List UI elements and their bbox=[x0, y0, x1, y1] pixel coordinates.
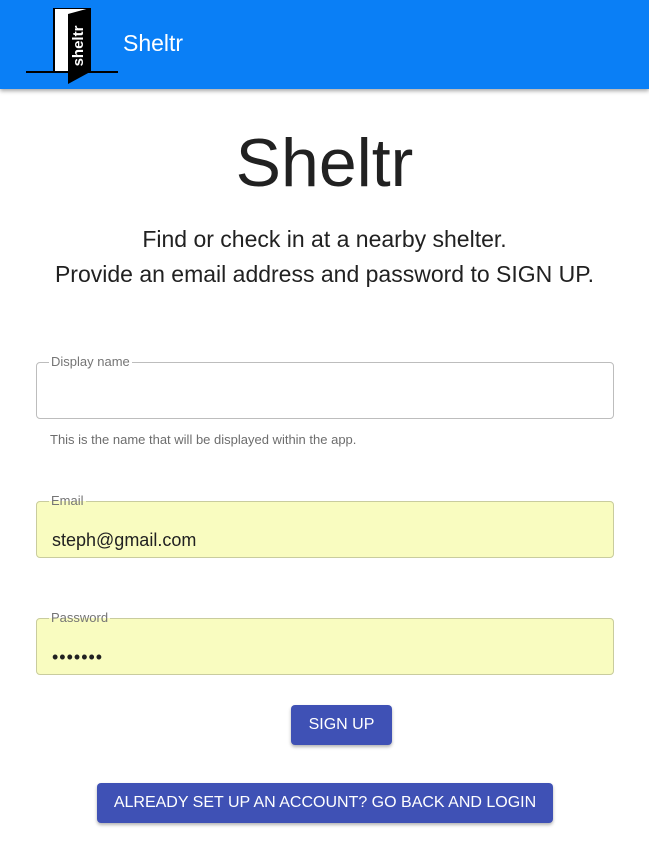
password-field: Password bbox=[36, 611, 614, 675]
app-title: Sheltr bbox=[123, 30, 184, 56]
email-label: Email bbox=[51, 493, 84, 508]
email-input[interactable] bbox=[52, 528, 592, 552]
password-input[interactable] bbox=[52, 645, 592, 669]
password-label: Password bbox=[51, 610, 109, 625]
sign-up-button[interactable]: SIGN UP bbox=[291, 705, 392, 745]
display-name-field: Display name bbox=[36, 355, 614, 419]
subtitle-line-2: Provide an email address and password to… bbox=[54, 261, 595, 287]
email-field: Email bbox=[36, 494, 614, 558]
display-name-input[interactable] bbox=[52, 389, 592, 413]
page-title: Sheltr bbox=[235, 125, 414, 201]
logo-text: sheltr bbox=[70, 25, 87, 66]
display-name-helper-text: This is the name that will be displayed … bbox=[50, 432, 357, 447]
app-bar: sheltr Sheltr bbox=[0, 0, 649, 89]
sheltr-logo-icon[interactable]: sheltr bbox=[26, 8, 118, 86]
display-name-label: Display name bbox=[51, 354, 130, 369]
go-back-login-button[interactable]: ALREADY SET UP AN ACCOUNT? GO BACK AND L… bbox=[97, 783, 553, 823]
subtitle-line-1: Find or check in at a nearby shelter. bbox=[142, 226, 507, 252]
